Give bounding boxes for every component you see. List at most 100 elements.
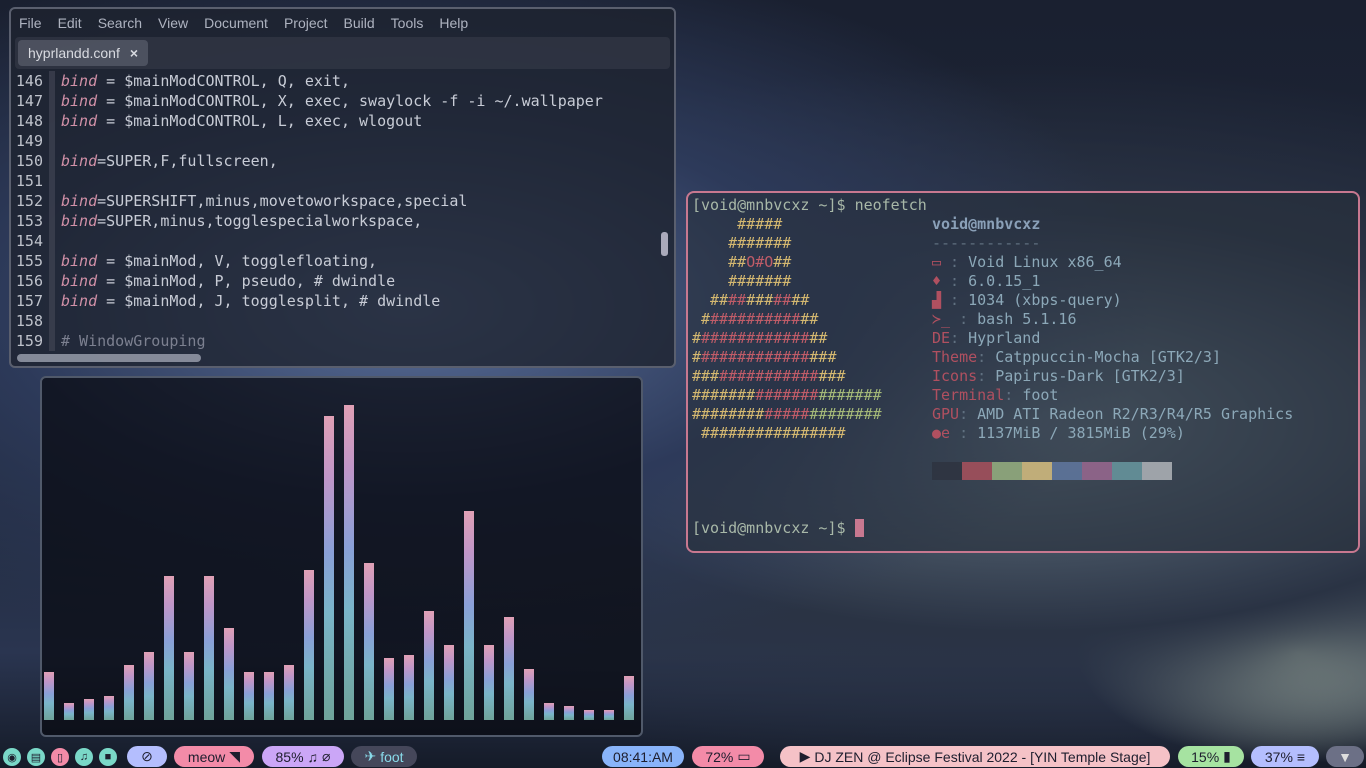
- eye-off-icon: ⊘: [141, 748, 153, 764]
- battery-module[interactable]: 72% ▭: [692, 746, 764, 767]
- menubar: File Edit Search View Document Project Build To…: [11, 9, 674, 37]
- keyword: bind: [61, 212, 98, 230]
- code-line: 152 bind=SUPERSHIFT,minus,movetoworkspace…: [11, 191, 674, 211]
- line-text: bind = $mainModCONTROL, Q, exit,: [55, 71, 655, 91]
- visualizer-bar: [84, 699, 94, 720]
- info-row: ▭ : Void Linux x86_64: [932, 253, 1293, 272]
- code-line: 150 bind=SUPER,F,fullscreen,: [11, 151, 674, 171]
- line-text: bind = $mainModCONTROL, X, exec, swayloc…: [55, 91, 655, 111]
- colon: :: [977, 348, 996, 366]
- media-player[interactable]: ▶ DJ ZEN @ Eclipse Festival 2022 - [YIN T…: [780, 746, 1170, 767]
- info-value: AMD ATI Radeon R2/R3/R4/R5 Graphics: [977, 405, 1294, 423]
- code-line: 153 bind=SUPER,minus,togglespecialworkspa…: [11, 211, 674, 231]
- code-line: 154: [11, 231, 674, 251]
- document-icon[interactable]: ▯: [51, 748, 69, 766]
- info-label: DE: [932, 329, 951, 347]
- line-number: 158: [11, 311, 55, 331]
- menu-document[interactable]: Document: [204, 15, 268, 31]
- line-number: 149: [11, 131, 55, 151]
- tab-label: hyprlandd.conf: [28, 45, 120, 61]
- menu-search[interactable]: Search: [98, 15, 142, 31]
- code-line: 148 bind = $mainModCONTROL, L, exec, wlog…: [11, 111, 674, 131]
- clock[interactable]: 08:41:AM: [602, 746, 684, 767]
- visualizer-bar: [364, 562, 374, 720]
- color-swatch: [1142, 462, 1172, 480]
- shell-icon: ≻_: [932, 310, 951, 328]
- tab-hyprlandd-conf[interactable]: hyprlandd.conf ×: [18, 40, 149, 66]
- menu-project[interactable]: Project: [284, 15, 328, 31]
- visualizer-bar: [304, 569, 314, 720]
- info-value: foot: [1022, 386, 1059, 404]
- notifications-button[interactable]: ▼: [1326, 746, 1364, 767]
- visibility-toggle[interactable]: ⊘: [127, 746, 167, 767]
- keyword: bind: [61, 72, 98, 90]
- horizontal-scrollbar[interactable]: [17, 354, 201, 362]
- menu-edit[interactable]: Edit: [58, 15, 82, 31]
- code-line: 159 # WindowGrouping: [11, 331, 674, 351]
- plane-icon: ✈: [364, 748, 377, 764]
- info-value: 6.0.15_1: [968, 272, 1041, 290]
- color-swatch: [1082, 462, 1112, 480]
- visualizer-bar: [564, 706, 574, 720]
- visualizer-bar: [164, 576, 174, 720]
- menu-help[interactable]: Help: [439, 15, 468, 31]
- terminal-window[interactable]: [void@mnbvcxz ~]$ neofetch ##### #######…: [686, 191, 1360, 553]
- color-swatch: [962, 462, 992, 480]
- line-content: = $mainMod, P, pseudo, # dwindle: [97, 272, 396, 290]
- menu-build[interactable]: Build: [344, 15, 375, 31]
- chip-icon: ▮: [1223, 748, 1231, 764]
- cpu-module[interactable]: 15% ▮: [1178, 746, 1244, 767]
- keyword: bind: [61, 252, 98, 270]
- network-module[interactable]: meow ◥: [174, 746, 254, 767]
- visualizer-bar: [204, 576, 214, 720]
- visualizer-bar: [424, 610, 434, 720]
- visualizer-bar: [444, 644, 454, 720]
- line-content: =SUPER,F,fullscreen,: [97, 152, 278, 170]
- line-number: 155: [11, 251, 55, 271]
- active-window[interactable]: ✈ foot: [351, 746, 417, 767]
- visualizer-bar: [324, 415, 334, 720]
- visualizer-bar: [284, 665, 294, 720]
- info-row: DE: Hyprland: [932, 329, 1293, 348]
- camera-icon[interactable]: ■: [99, 748, 117, 766]
- line-number: 147: [11, 91, 55, 111]
- visualizer-bar: [404, 655, 414, 720]
- window-title: foot: [380, 748, 404, 765]
- headphones-icon[interactable]: ♫: [75, 748, 93, 766]
- browser-icon[interactable]: ◉: [3, 748, 21, 766]
- vertical-scrollbar[interactable]: [661, 232, 668, 256]
- line-content: =SUPER,minus,togglespecialworkspace,: [97, 212, 423, 230]
- info-value: 1034 (xbps-query): [968, 291, 1122, 309]
- code-area[interactable]: 146 bind = $mainModCONTROL, Q, exit, 147 bi…: [11, 69, 674, 351]
- ascii-hashes: ##: [773, 253, 792, 271]
- info-value: 1137MiB / 3815MiB (29%): [977, 424, 1185, 442]
- color-swatch: [1052, 462, 1082, 480]
- line-text: [55, 231, 655, 251]
- menu-file[interactable]: File: [19, 15, 42, 31]
- line-number: 153: [11, 211, 55, 231]
- command: neofetch: [854, 196, 927, 214]
- code-line: 156 bind = $mainMod, P, pseudo, # dwindle: [11, 271, 674, 291]
- line-text: bind=SUPERSHIFT,minus,movetoworkspace,sp…: [55, 191, 655, 211]
- info-row: ●e : 1137MiB / 3815MiB (29%): [932, 424, 1293, 443]
- status-bar: ◉ ▤ ▯ ♫ ■ ⊘ meow ◥ 85% ♫ ⌀ ✈ foot 08:41:AM 72% ▭ …: [0, 744, 1366, 768]
- ascii-eyes: O#O: [746, 253, 774, 271]
- menu-tools[interactable]: Tools: [391, 15, 424, 31]
- visualizer-bar: [524, 668, 534, 720]
- keyword: bind: [61, 152, 98, 170]
- code-line: 146 bind = $mainModCONTROL, Q, exit,: [11, 71, 674, 91]
- visualizer-bar: [584, 709, 594, 720]
- memory-module[interactable]: 37% ≡: [1251, 746, 1319, 767]
- line-content: =SUPERSHIFT,minus,movetoworkspace,specia…: [97, 192, 468, 210]
- close-icon[interactable]: ×: [130, 45, 138, 61]
- volume-value: 85%: [275, 748, 304, 765]
- keyword: bind: [61, 112, 98, 130]
- battery-value: 72%: [705, 748, 734, 765]
- line-number: 152: [11, 191, 55, 211]
- folder-icon[interactable]: ▤: [27, 748, 45, 766]
- visualizer-bar: [484, 644, 494, 720]
- menu-view[interactable]: View: [158, 15, 188, 31]
- line-content: = $mainModCONTROL, X, exec, swaylock -f …: [97, 92, 603, 110]
- audio-module[interactable]: 85% ♫ ⌀: [262, 746, 344, 767]
- info-value: Papirus-Dark [GTK2/3]: [995, 367, 1185, 385]
